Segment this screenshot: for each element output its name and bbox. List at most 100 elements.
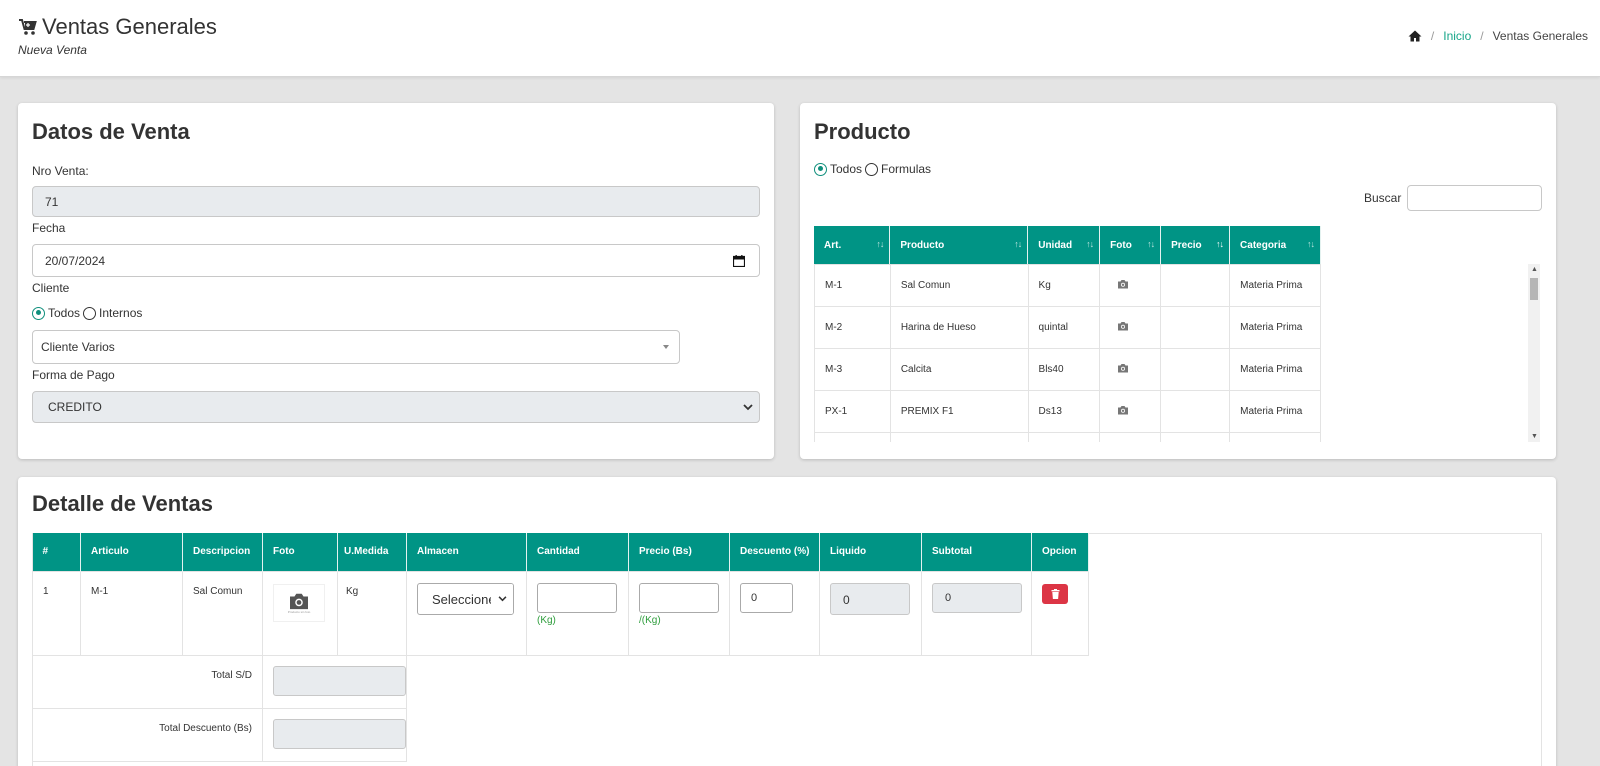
radio-internos-cliente[interactable] <box>83 306 97 320</box>
col-cantidad: Cantidad <box>526 533 629 571</box>
nro-venta-label: Nro Venta: <box>32 164 89 178</box>
col-liquido: Liquido <box>819 533 922 571</box>
scrollbar-thumb[interactable] <box>1530 278 1538 300</box>
descuento-input[interactable]: 0 <box>740 582 793 613</box>
breadcrumb: / Inicio / Ventas Generales <box>1408 29 1588 43</box>
sort-icon: ↑↓ <box>876 239 884 249</box>
producto-scrollbar[interactable]: ▲ ▼ <box>1528 264 1540 442</box>
buscar-label: Buscar <box>1364 191 1402 205</box>
producto-table-body: M-1 Sal Comun Kg Materia Prima M-2 Harin… <box>814 264 1321 442</box>
forma-pago-label: Forma de Pago <box>32 368 115 382</box>
radio-todos-producto[interactable] <box>814 162 827 176</box>
sort-icon: ↑↓ <box>1086 239 1094 249</box>
table-row: 1 M-1 Sal Comun Producto sin foto Kg Sel… <box>32 570 1089 656</box>
producto-title: Producto <box>814 119 911 144</box>
subtotal-value: 0 <box>945 591 952 604</box>
col-precio[interactable]: Precio ↑↓ <box>1160 226 1231 264</box>
detalle-ventas-card: Detalle de Ventas # Articulo Descripcion… <box>18 477 1556 766</box>
col-articulo: Articulo <box>80 533 183 571</box>
total-descuento-row: Total Descuento (Bs) <box>32 707 1089 762</box>
table-row[interactable] <box>814 432 1321 442</box>
total-descuento-field <box>273 718 406 749</box>
chevron-down-icon <box>663 345 669 349</box>
col-precio: Precio (Bs) <box>628 533 730 571</box>
table-row[interactable]: M-1 Sal Comun Kg Materia Prima <box>814 264 1321 307</box>
sort-icon: ↑↓ <box>1216 239 1224 249</box>
cantidad-input[interactable] <box>537 582 617 613</box>
producto-filter-radios: Todos Formulas <box>814 162 931 176</box>
total-sd-label: Total S/D <box>32 654 263 709</box>
scroll-down-icon[interactable]: ▼ <box>1531 433 1538 440</box>
camera-icon[interactable] <box>1117 405 1129 415</box>
fecha-label: Fecha <box>32 221 66 235</box>
cliente-filter-radios: Todos Internos <box>32 306 142 320</box>
col-num: # <box>32 533 81 571</box>
col-almacen: Almacen <box>406 533 527 571</box>
camera-icon[interactable] <box>1117 279 1129 289</box>
photo-caption: Producto sin foto <box>287 609 311 614</box>
col-descripcion: Descripcion <box>182 533 263 571</box>
total-sd-field <box>273 665 406 696</box>
radio-formulas-label: Formulas <box>881 162 932 176</box>
cliente-select-value: Cliente Varios <box>41 340 115 354</box>
col-foto: Foto <box>262 533 338 571</box>
sort-icon: ↑↓ <box>1147 239 1155 249</box>
buscar-input[interactable] <box>1407 185 1542 211</box>
table-row[interactable]: M-3 Calcita Bls40 Materia Prima <box>814 348 1321 391</box>
calendar-icon[interactable] <box>733 255 745 267</box>
col-subtotal: Subtotal <box>921 533 1032 571</box>
col-descuento: Descuento (%) <box>729 533 820 571</box>
page-subtitle: Nueva Venta <box>18 43 87 57</box>
forma-pago-value: CREDITO <box>48 400 102 414</box>
liquido-field: 0 <box>830 582 910 615</box>
cliente-label: Cliente <box>32 281 70 295</box>
camera-icon[interactable] <box>1117 363 1129 373</box>
cliente-select[interactable]: Cliente Varios <box>32 330 680 364</box>
producto-card: Producto Todos Formulas Buscar Art. ↑↓ Pr… <box>800 103 1556 459</box>
camera-icon <box>290 593 308 609</box>
table-row[interactable]: M-2 Harina de Hueso quintal Materia Prim… <box>814 306 1321 349</box>
col-producto[interactable]: Producto ↑↓ <box>889 226 1029 264</box>
total-sd-row: Total S/D <box>32 654 1089 709</box>
subtotal-field: 0 <box>932 582 1022 613</box>
radio-internos-label: Internos <box>99 306 143 320</box>
sort-icon: ↑↓ <box>1014 239 1022 249</box>
descuento-value: 0 <box>751 591 758 604</box>
liquido-value: 0 <box>843 592 850 607</box>
col-art[interactable]: Art. ↑↓ <box>814 226 891 264</box>
fecha-value: 20/07/2024 <box>45 253 106 268</box>
page-title-text: Ventas Generales <box>42 14 217 39</box>
camera-icon[interactable] <box>1117 321 1129 331</box>
breadcrumb-home-link[interactable]: Inicio <box>1443 29 1471 43</box>
delete-row-button[interactable] <box>1042 583 1068 604</box>
product-photo-placeholder: Producto sin foto <box>273 583 325 622</box>
producto-table-header: Art. ↑↓ Producto ↑↓ Unidad ↑↓ Foto ↑↓ Precio… <box>814 226 1321 264</box>
col-unidad[interactable]: Unidad ↑↓ <box>1027 226 1101 264</box>
scroll-up-icon[interactable]: ▲ <box>1531 266 1538 273</box>
fecha-input[interactable]: 20/07/2024 <box>32 244 760 277</box>
radio-todos-cliente[interactable] <box>32 306 45 320</box>
col-categoria[interactable]: Categoria ↑↓ <box>1229 226 1321 264</box>
total-descuento-label: Total Descuento (Bs) <box>32 707 263 762</box>
radio-formulas-producto[interactable] <box>865 162 879 176</box>
detalle-ventas-title: Detalle de Ventas <box>32 491 213 516</box>
forma-pago-select[interactable]: CREDITO <box>32 391 760 423</box>
datos-venta-card: Datos de Venta Nro Venta: 71 Fecha 20/07… <box>18 103 774 459</box>
col-opcion: Opcion <box>1031 533 1089 571</box>
col-umedida: U.Medida <box>337 533 407 571</box>
nro-venta-field[interactable]: 71 <box>32 186 760 217</box>
trash-icon <box>1051 588 1059 599</box>
almacen-select[interactable]: Seleccione <box>417 582 514 615</box>
home-icon[interactable] <box>1408 30 1422 42</box>
col-foto[interactable]: Foto ↑↓ <box>1099 226 1162 264</box>
radio-todos-producto-label: Todos <box>830 162 863 176</box>
page-title: Ventas Generales <box>18 14 217 40</box>
precio-input[interactable] <box>639 582 719 613</box>
almacen-select-value: Seleccione <box>432 591 496 607</box>
chevron-down-icon <box>743 404 753 411</box>
radio-todos-label: Todos <box>48 306 81 320</box>
cantidad-unit-hint: (Kg) <box>537 614 556 626</box>
breadcrumb-current: Ventas Generales <box>1492 29 1588 43</box>
top-header: Ventas Generales Nueva Venta / Inicio / … <box>0 0 1600 77</box>
table-row[interactable]: PX-1 PREMIX F1 Ds13 Materia Prima <box>814 390 1321 433</box>
